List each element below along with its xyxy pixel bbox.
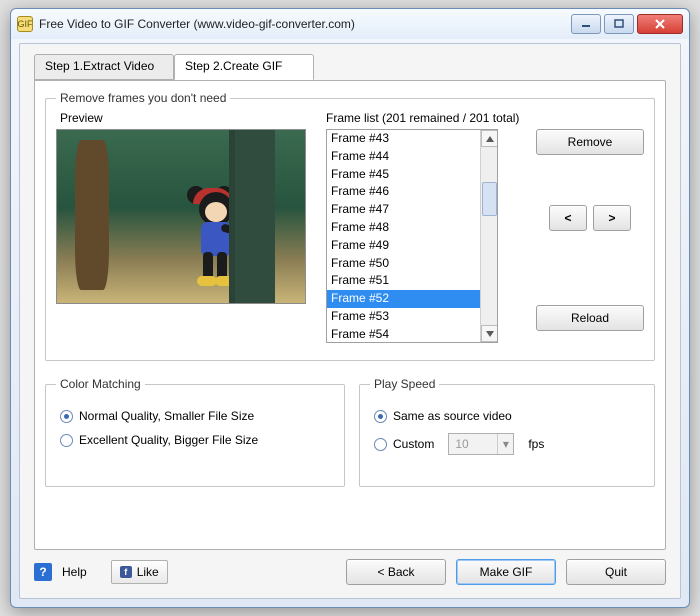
window-title: Free Video to GIF Converter (www.video-g… xyxy=(39,17,571,31)
make-gif-button[interactable]: Make GIF xyxy=(456,559,556,585)
close-icon xyxy=(654,18,666,30)
titlebar: GIF Free Video to GIF Converter (www.vid… xyxy=(11,9,689,39)
frame-list-item[interactable]: Frame #51 xyxy=(327,272,480,290)
prev-frame-button[interactable]: < xyxy=(549,205,587,231)
close-button[interactable] xyxy=(637,14,683,34)
button-label: Quit xyxy=(605,565,627,579)
radio-label: Same as source video xyxy=(393,409,512,423)
fps-value: 10 xyxy=(449,437,497,451)
speed-custom-option[interactable]: Custom 10 ▾ fps xyxy=(374,433,640,455)
color-matching-legend: Color Matching xyxy=(56,377,145,391)
frame-list-item[interactable]: Frame #47 xyxy=(327,201,480,219)
preview-image xyxy=(56,129,306,304)
chevron-right-icon: > xyxy=(608,211,615,225)
frame-list-item[interactable]: Frame #52 xyxy=(327,290,480,308)
minimize-button[interactable] xyxy=(571,14,601,34)
tab-body: Remove frames you don't need Preview Fra… xyxy=(34,80,666,550)
app-window: GIF Free Video to GIF Converter (www.vid… xyxy=(10,8,690,608)
frames-fieldset: Remove frames you don't need Preview Fra… xyxy=(45,91,655,361)
like-button[interactable]: f Like xyxy=(111,560,168,584)
tab-extract-video[interactable]: Step 1.Extract Video xyxy=(34,54,174,80)
chevron-up-icon xyxy=(486,136,494,142)
button-label: Make GIF xyxy=(480,565,533,579)
next-frame-button[interactable]: > xyxy=(593,205,631,231)
radio-icon xyxy=(374,438,387,451)
scroll-down-button[interactable] xyxy=(481,325,498,342)
footer-bar: ? Help f Like < Back Make GIF Quit xyxy=(34,556,666,588)
radio-label: Normal Quality, Smaller File Size xyxy=(79,409,254,423)
button-label: Reload xyxy=(571,311,609,325)
help-icon[interactable]: ? xyxy=(34,563,52,581)
frame-list-item[interactable]: Frame #48 xyxy=(327,219,480,237)
frame-list-item[interactable]: Frame #50 xyxy=(327,255,480,273)
scroll-up-button[interactable] xyxy=(481,130,498,147)
maximize-icon xyxy=(614,19,624,29)
speed-same-option[interactable]: Same as source video xyxy=(374,409,640,423)
frame-list-item[interactable]: Frame #45 xyxy=(327,166,480,184)
frame-list-item[interactable]: Frame #43 xyxy=(327,130,480,148)
radio-label: Excellent Quality, Bigger File Size xyxy=(79,433,258,447)
frame-list-item[interactable]: Frame #46 xyxy=(327,183,480,201)
play-speed-fieldset: Play Speed Same as source video Custom 1… xyxy=(359,377,655,487)
button-label: Like xyxy=(137,565,159,579)
tab-label: Step 1.Extract Video xyxy=(45,59,154,73)
frame-list-label: Frame list (201 remained / 201 total) xyxy=(326,111,519,125)
frame-list-item[interactable]: Frame #53 xyxy=(327,308,480,326)
chevron-down-icon xyxy=(486,331,494,337)
color-matching-fieldset: Color Matching Normal Quality, Smaller F… xyxy=(45,377,345,487)
back-button[interactable]: < Back xyxy=(346,559,446,585)
frame-list-item[interactable]: Frame #44 xyxy=(327,148,480,166)
maximize-button[interactable] xyxy=(604,14,634,34)
radio-icon xyxy=(374,410,387,423)
tab-label: Step 2.Create GIF xyxy=(185,59,282,73)
app-icon: GIF xyxy=(17,16,33,32)
frames-legend: Remove frames you don't need xyxy=(56,91,230,105)
preview-character-icon xyxy=(185,190,255,290)
color-normal-option[interactable]: Normal Quality, Smaller File Size xyxy=(60,409,330,423)
play-speed-legend: Play Speed xyxy=(370,377,439,391)
client-area: Step 1.Extract Video Step 2.Create GIF R… xyxy=(19,43,681,599)
preview-label: Preview xyxy=(60,111,103,125)
frame-list-item[interactable]: Frame #49 xyxy=(327,237,480,255)
radio-icon xyxy=(60,434,73,447)
scroll-thumb[interactable] xyxy=(482,182,497,216)
chevron-left-icon: < xyxy=(564,211,571,225)
frame-list-scrollbar[interactable] xyxy=(480,130,497,342)
tab-strip: Step 1.Extract Video Step 2.Create GIF xyxy=(34,54,666,80)
quit-button[interactable]: Quit xyxy=(566,559,666,585)
frame-listbox[interactable]: Frame #43Frame #44Frame #45Frame #46Fram… xyxy=(326,129,498,343)
reload-button[interactable]: Reload xyxy=(536,305,644,331)
frame-list-item[interactable]: Frame #54 xyxy=(327,326,480,343)
radio-label: Custom xyxy=(393,437,434,451)
chevron-down-icon: ▾ xyxy=(497,434,513,454)
help-label[interactable]: Help xyxy=(62,565,87,579)
color-excellent-option[interactable]: Excellent Quality, Bigger File Size xyxy=(60,433,330,447)
fps-unit-label: fps xyxy=(528,437,544,451)
button-label: Remove xyxy=(568,135,613,149)
radio-icon xyxy=(60,410,73,423)
fps-spinbox[interactable]: 10 ▾ xyxy=(448,433,514,455)
remove-button[interactable]: Remove xyxy=(536,129,644,155)
tab-create-gif[interactable]: Step 2.Create GIF xyxy=(174,54,314,80)
minimize-icon xyxy=(581,19,591,29)
button-label: < Back xyxy=(377,565,414,579)
facebook-icon: f xyxy=(120,566,132,578)
